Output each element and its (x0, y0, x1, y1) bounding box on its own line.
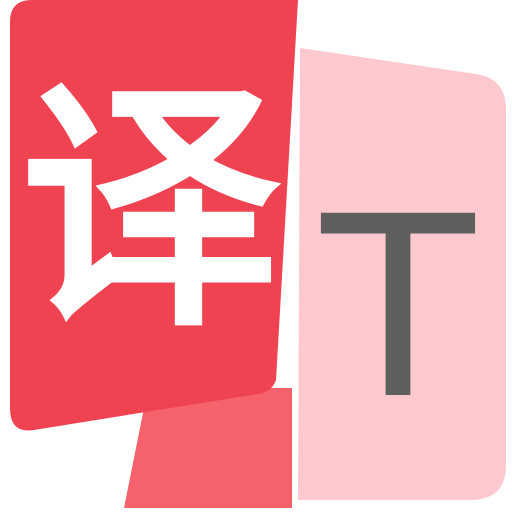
back-character: T (321, 163, 476, 454)
translate-app-icon: 译 T (0, 0, 512, 512)
front-character: 译 (20, 57, 284, 362)
translate-icon: 译 T (10, 0, 506, 508)
